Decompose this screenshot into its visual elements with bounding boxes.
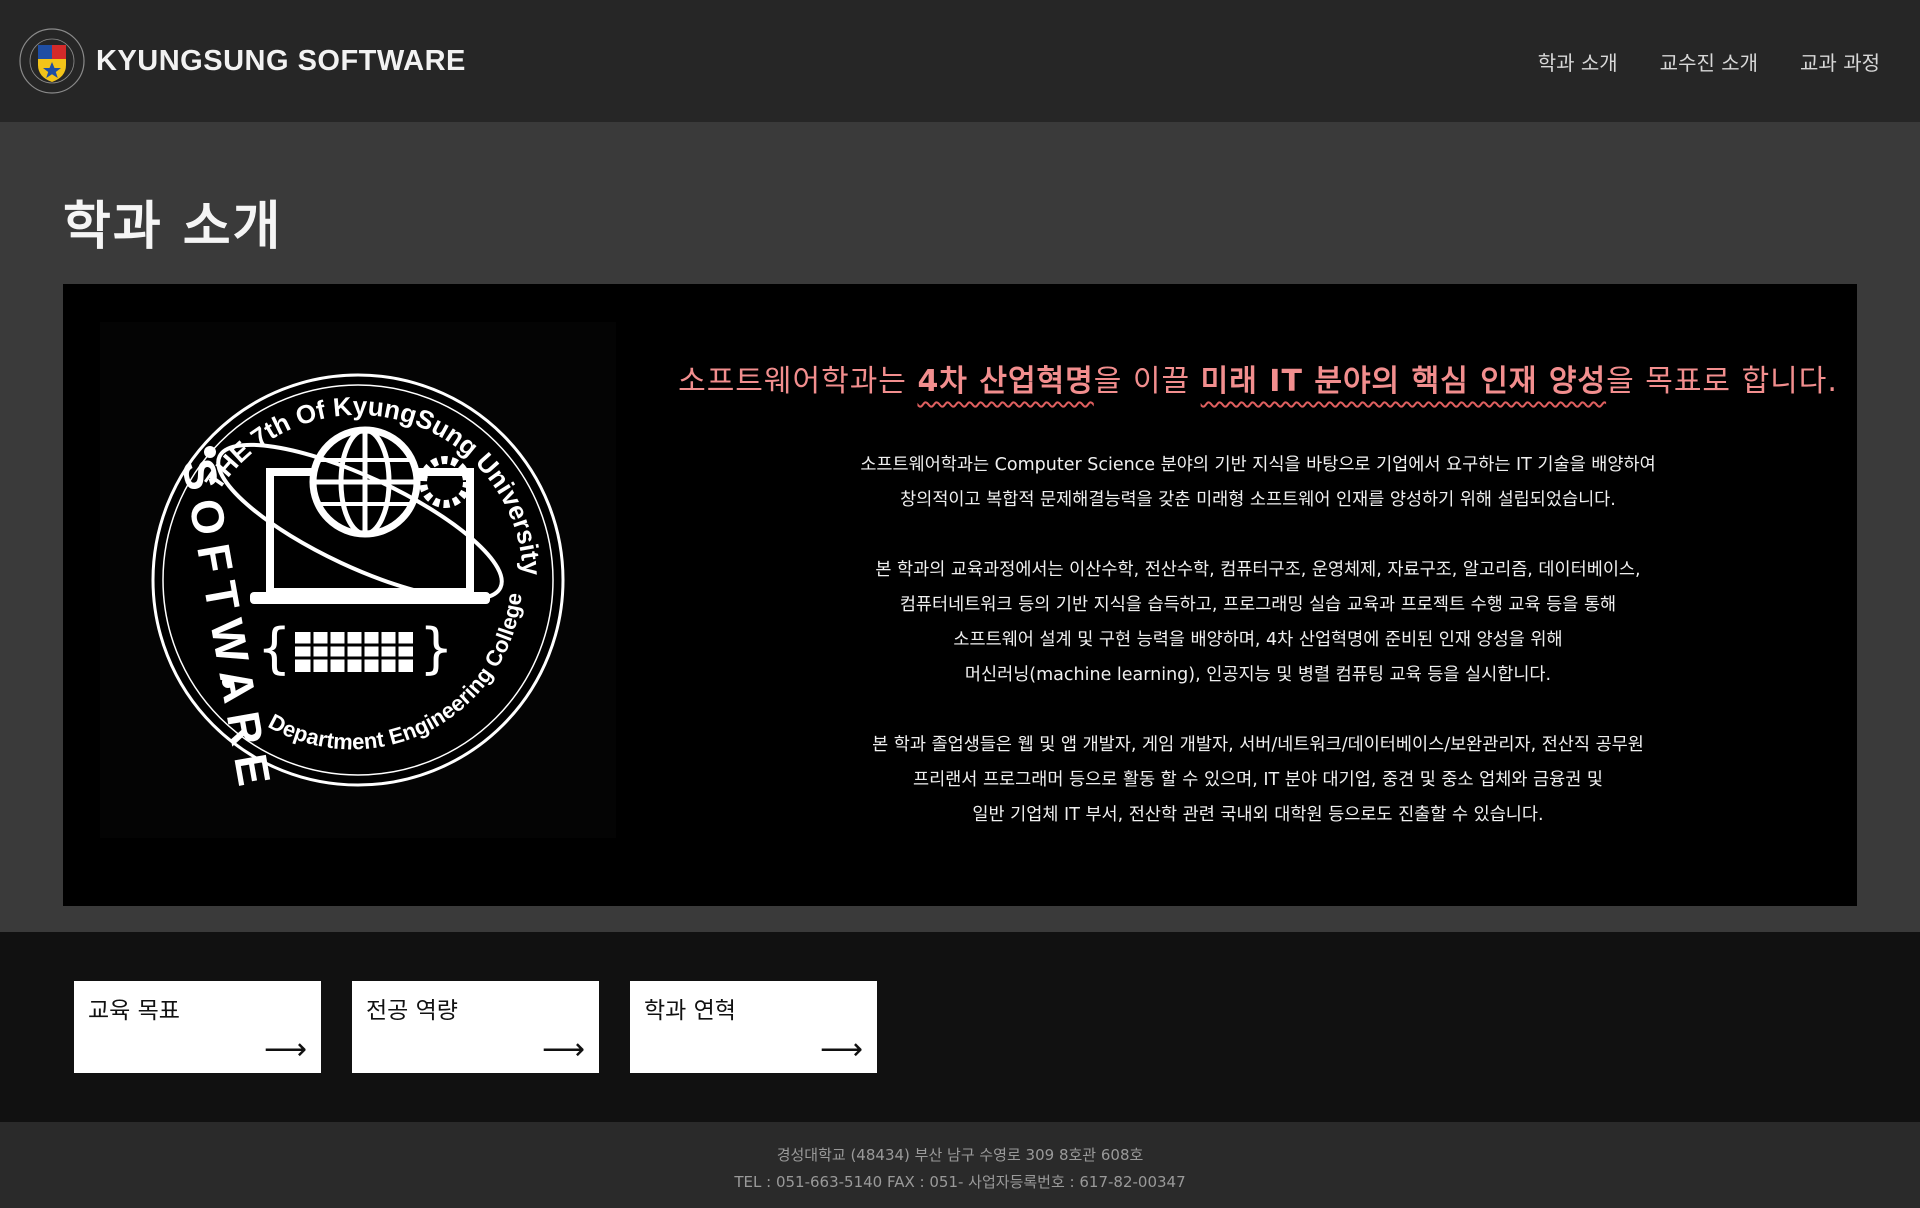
- main-content: 학과 소개 THE 7th Of KyungSung University De…: [0, 122, 1920, 932]
- university-seal-logo: [19, 28, 85, 94]
- intro-paragraph-careers: 본 학과 졸업생들은 웹 및 앱 개발자, 게임 개발자, 서버/네트워크/데이…: [872, 735, 1644, 825]
- headline-suffix: 을 목표로 합니다.: [1606, 364, 1838, 399]
- arrow-right-icon: ⟶: [541, 1032, 585, 1067]
- svg-text:}: }: [420, 617, 453, 680]
- nav-item-faculty-intro[interactable]: 교수진 소개: [1660, 47, 1758, 76]
- footer-contact: TEL : 051-663-5140 FAX : 051- 사업자등록번호 : …: [734, 1173, 1186, 1191]
- main-nav: 학과 소개 교수진 소개 교과 과정: [1538, 47, 1880, 76]
- quick-link-cards: 교육 목표 ⟶ 전공 역량 ⟶ 학과 연혁 ⟶: [0, 932, 1920, 1122]
- intro-panel: THE 7th Of KyungSung University Departme…: [63, 284, 1857, 906]
- card-department-history[interactable]: 학과 연혁 ⟶: [630, 981, 877, 1073]
- headline-emphasis-2: 미래 IT 분야의 핵심 인재 양성: [1200, 364, 1607, 399]
- nav-item-department-intro[interactable]: 학과 소개: [1538, 47, 1618, 76]
- page-title: 학과 소개: [63, 197, 283, 257]
- headline-prefix: 소프트웨어학과는: [678, 364, 918, 399]
- footer: 경성대학교 (48434) 부산 남구 수영로 309 8호관 608호 TEL…: [0, 1122, 1920, 1208]
- intro-paragraph-founding: 소프트웨어학과는 Computer Science 분야의 기반 지식을 바탕으…: [860, 455, 1656, 510]
- brand[interactable]: KYUNGSUNG SOFTWARE: [18, 27, 466, 95]
- intro-headline: 소프트웨어학과는 4차 산업혁명을 이끌 미래 IT 분야의 핵심 인재 양성을…: [663, 356, 1853, 400]
- svg-text:{: {: [258, 617, 291, 680]
- headline-middle: 을 이끌: [1093, 364, 1201, 399]
- nav-item-curriculum[interactable]: 교과 과정: [1800, 47, 1880, 76]
- footer-address: 경성대학교 (48434) 부산 남구 수영로 309 8호관 608호: [776, 1146, 1144, 1164]
- card-label: 교육 목표: [88, 998, 180, 1024]
- intro-paragraph-curriculum: 본 학과의 교육과정에서는 이산수학, 전산수학, 컴퓨터구조, 운영체제, 자…: [875, 560, 1641, 685]
- card-major-competency[interactable]: 전공 역량 ⟶: [352, 981, 599, 1073]
- department-emblem: THE 7th Of KyungSung University Departme…: [100, 322, 616, 838]
- software-emblem-graphic: THE 7th Of KyungSung University Departme…: [151, 373, 565, 799]
- headline-emphasis-1: 4차 산업혁명: [917, 364, 1094, 399]
- card-label: 전공 역량: [366, 998, 458, 1024]
- intro-text: 소프트웨어학과는 4차 산업혁명을 이끌 미래 IT 분야의 핵심 인재 양성을…: [663, 356, 1853, 868]
- arrow-right-icon: ⟶: [819, 1032, 863, 1067]
- arrow-right-icon: ⟶: [263, 1032, 307, 1067]
- card-label: 학과 연혁: [644, 998, 736, 1024]
- top-navigation-bar: KYUNGSUNG SOFTWARE 학과 소개 교수진 소개 교과 과정: [0, 0, 1920, 122]
- brand-name: KYUNGSUNG SOFTWARE: [96, 44, 466, 77]
- card-education-goals[interactable]: 교육 목표 ⟶: [74, 981, 321, 1073]
